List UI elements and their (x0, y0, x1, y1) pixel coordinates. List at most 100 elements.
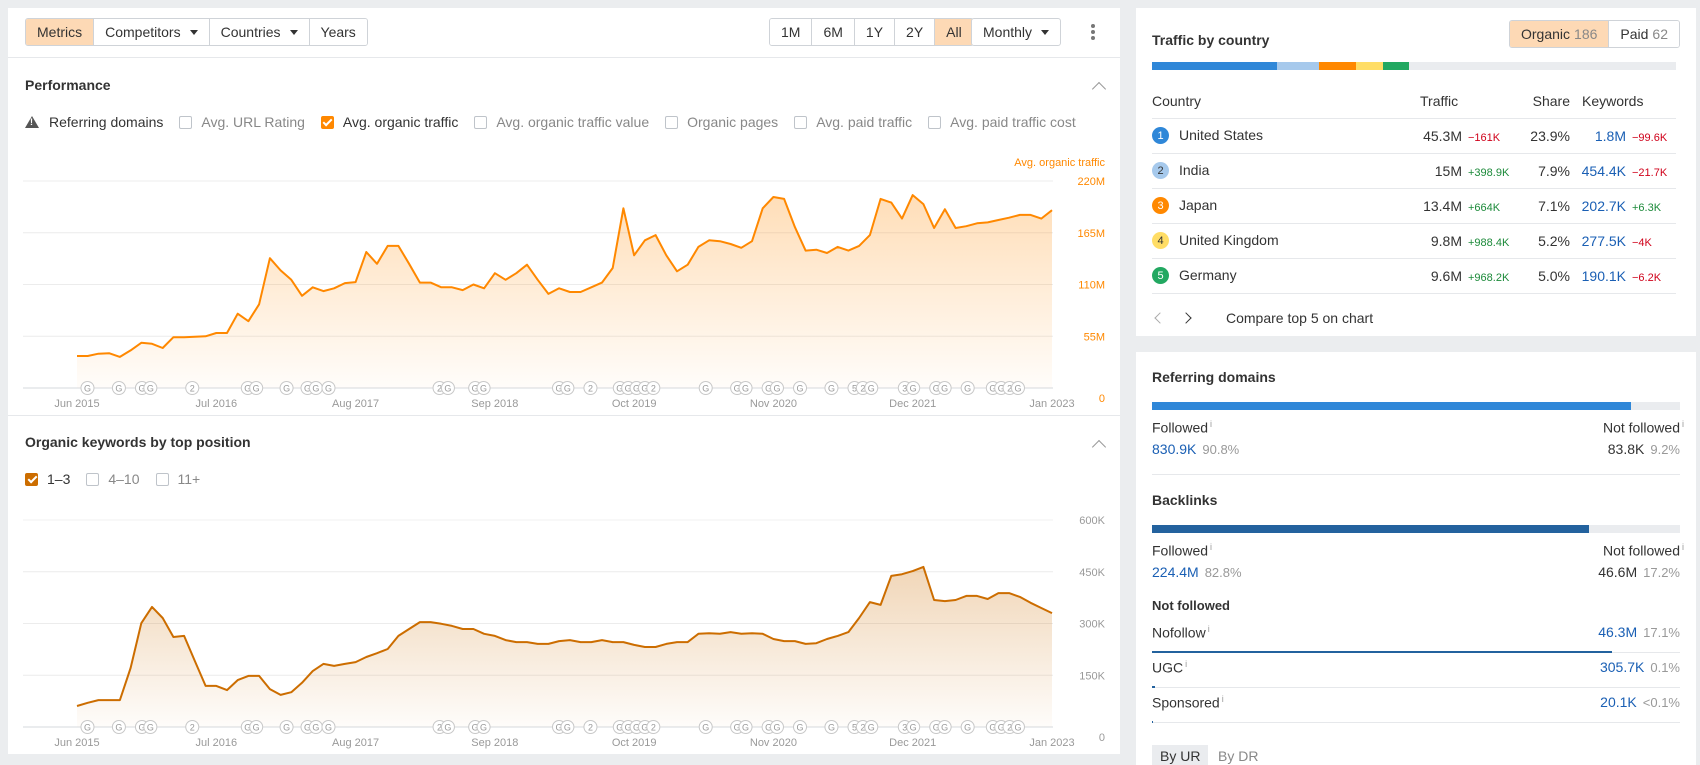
keywords-value[interactable]: 1.8M (1570, 128, 1626, 144)
data-point[interactable] (344, 282, 346, 284)
data-point[interactable] (762, 633, 764, 635)
data-point[interactable] (783, 198, 785, 200)
data-point[interactable] (933, 599, 935, 601)
checkbox[interactable] (320, 115, 334, 129)
data-point[interactable] (955, 599, 957, 601)
data-point[interactable] (290, 691, 292, 693)
data-point[interactable] (130, 349, 132, 351)
data-point[interactable] (590, 286, 592, 288)
annotation-marker[interactable]: G (738, 381, 753, 395)
annotation-marker[interactable]: G (111, 381, 126, 395)
annotation-marker[interactable]: G (824, 381, 839, 395)
data-point[interactable] (76, 355, 78, 357)
data-point[interactable] (505, 279, 507, 281)
data-point[interactable] (333, 287, 335, 289)
data-point[interactable] (751, 240, 753, 242)
data-point[interactable] (87, 355, 89, 357)
metric-toggle[interactable]: Referring domains (25, 114, 163, 130)
data-point[interactable] (365, 656, 367, 658)
data-point[interactable] (1008, 592, 1010, 594)
data-point[interactable] (1051, 612, 1053, 614)
data-point[interactable] (494, 635, 496, 637)
annotation-marker[interactable]: G (143, 381, 158, 395)
data-point[interactable] (805, 643, 807, 645)
data-point[interactable] (462, 628, 464, 630)
data-point[interactable] (890, 575, 892, 577)
data-point[interactable] (826, 638, 828, 640)
data-point[interactable] (922, 566, 924, 568)
annotation-marker[interactable]: G (698, 720, 713, 734)
checkbox[interactable] (25, 472, 38, 486)
annotation-marker[interactable]: G (864, 720, 879, 734)
data-point[interactable] (1019, 214, 1021, 216)
data-point[interactable] (183, 635, 185, 637)
checkbox[interactable] (928, 115, 942, 129)
data-point[interactable] (794, 226, 796, 228)
data-point[interactable] (237, 313, 239, 315)
data-point[interactable] (740, 633, 742, 635)
info-icon[interactable]: i (1185, 659, 1187, 669)
data-point[interactable] (826, 252, 828, 254)
col-keywords[interactable]: Keywords (1570, 84, 1676, 119)
annotation-marker[interactable]: G (560, 720, 575, 734)
data-point[interactable] (408, 628, 410, 630)
data-point[interactable] (183, 336, 185, 338)
data-point[interactable] (205, 335, 207, 337)
data-point[interactable] (772, 638, 774, 640)
data-point[interactable] (697, 633, 699, 635)
data-point[interactable] (1030, 602, 1032, 604)
data-point[interactable] (97, 353, 99, 355)
data-point[interactable] (462, 289, 464, 291)
data-point[interactable] (676, 641, 678, 643)
data-point[interactable] (419, 621, 421, 623)
data-point[interactable] (965, 225, 967, 227)
nf-value[interactable]: 20.1K (1600, 694, 1637, 710)
annotation-marker[interactable]: G (80, 720, 95, 734)
data-point[interactable] (805, 250, 807, 252)
data-point[interactable] (751, 632, 753, 634)
country-row[interactable]: 5 Germany 9.6M +968.2K 5.0% 190.1K −6.2K (1152, 258, 1676, 294)
data-point[interactable] (419, 282, 421, 284)
info-icon[interactable]: i (1210, 542, 1212, 552)
checkbox[interactable] (474, 115, 488, 129)
annotation-marker[interactable]: G (769, 381, 784, 395)
data-point[interactable] (837, 635, 839, 637)
annotation-marker[interactable]: G (769, 720, 784, 734)
metric-toggle[interactable]: Organic pages (665, 114, 778, 130)
data-point[interactable] (1008, 217, 1010, 219)
view-tab-competitors[interactable]: Competitors (94, 19, 210, 45)
annotation-marker[interactable]: 2 (646, 381, 661, 395)
data-point[interactable] (580, 291, 582, 293)
range-tab-1y[interactable]: 1Y (854, 19, 896, 45)
data-point[interactable] (655, 646, 657, 648)
data-point[interactable] (537, 643, 539, 645)
view-tab-countries[interactable]: Countries (209, 19, 310, 45)
data-point[interactable] (355, 661, 357, 663)
col-traffic[interactable]: Traffic (1420, 84, 1520, 119)
data-point[interactable] (215, 332, 217, 334)
prev-page-chevron-icon[interactable] (1154, 312, 1166, 324)
data-point[interactable] (955, 227, 957, 229)
annotation-marker[interactable]: G (906, 381, 921, 395)
data-point[interactable] (430, 282, 432, 284)
data-point[interactable] (601, 639, 603, 641)
data-point[interactable] (333, 665, 335, 667)
interval-dropdown[interactable]: Monthly (971, 18, 1062, 46)
kebab-vertical-icon[interactable] (1085, 21, 1101, 43)
keywords-value[interactable]: 202.7K (1570, 198, 1626, 214)
data-point[interactable] (869, 601, 871, 603)
annotation-marker[interactable]: G (793, 381, 808, 395)
annotation-marker[interactable]: G (321, 720, 336, 734)
data-point[interactable] (387, 245, 389, 247)
annotation-marker[interactable]: 2 (185, 381, 200, 395)
data-point[interactable] (515, 641, 517, 643)
data-point[interactable] (837, 246, 839, 248)
data-point[interactable] (933, 227, 935, 229)
data-point[interactable] (451, 625, 453, 627)
data-point[interactable] (205, 685, 207, 687)
annotation-marker[interactable]: G (308, 720, 323, 734)
keywords-value[interactable]: 190.1K (1570, 268, 1626, 284)
data-point[interactable] (247, 675, 249, 677)
position-filter[interactable]: 4–10 (86, 471, 140, 487)
view-tab-years[interactable]: Years (309, 19, 367, 45)
